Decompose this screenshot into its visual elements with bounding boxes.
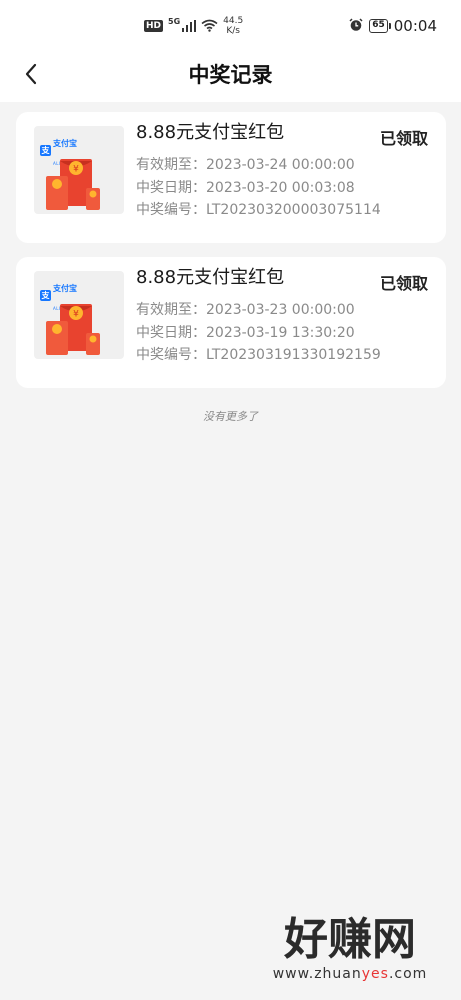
red-packet-icon: ¥ xyxy=(46,304,100,355)
claim-status: 已领取 xyxy=(379,129,428,148)
watermark-url-highlight: yes xyxy=(361,966,389,982)
hd-badge: HD xyxy=(144,20,164,32)
wifi-icon xyxy=(201,17,218,36)
no-more-text: 没有更多了 xyxy=(203,410,258,423)
clock: 00:04 xyxy=(393,17,437,35)
win-date: 中奖日期：2023-03-19 13:30:20 xyxy=(136,324,355,341)
status-right: 65 00:04 xyxy=(349,14,437,38)
watermark-url: www.zhuanyes.com xyxy=(250,966,450,982)
claim-status: 已领取 xyxy=(379,274,428,293)
prize-name: 8.88元支付宝红包 xyxy=(136,267,285,288)
record-card[interactable]: 支 支付宝 ALIPAY ¥ 8.88元支付宝红包 已领取 有效期至：2023-… xyxy=(16,112,446,243)
svg-text:¥: ¥ xyxy=(73,165,79,175)
svg-text:¥: ¥ xyxy=(73,310,79,320)
watermark-url-suffix: .com xyxy=(388,966,428,982)
watermark-url-prefix: www.zhuan xyxy=(272,966,362,982)
watermark: 好赚网 www.zhuanyes.com xyxy=(250,912,450,992)
record-info: 有效期至：2023-03-23 00:00:00 中奖日期：2023-03-19… xyxy=(136,299,381,367)
prize-thumbnail: 支 支付宝 ALIPAY ¥ xyxy=(34,126,124,214)
status-left: HD 5G 44.5 K/s xyxy=(144,14,243,38)
page-title: 中奖记录 xyxy=(188,63,273,87)
status-bar: HD 5G 44.5 K/s 65 00:04 xyxy=(0,0,461,50)
network-type: 5G xyxy=(168,17,181,26)
win-date: 中奖日期：2023-03-20 00:03:08 xyxy=(136,179,355,196)
record-list: 支 支付宝 ALIPAY ¥ 8.88元支付宝红包 已领取 有效期至：2023-… xyxy=(16,112,446,402)
prize-thumbnail: 支 支付宝 ALIPAY ¥ xyxy=(34,271,124,359)
prize-name: 8.88元支付宝红包 xyxy=(136,122,285,143)
header: 中奖记录 xyxy=(0,50,461,102)
win-number: 中奖编号：LT202303200003075114 xyxy=(136,202,381,218)
valid-until: 有效期至：2023-03-24 00:00:00 xyxy=(136,157,355,173)
speed-unit: K/s xyxy=(226,26,240,36)
valid-until: 有效期至：2023-03-23 00:00:00 xyxy=(136,302,355,318)
watermark-logo: 好赚网 xyxy=(284,914,416,965)
record-card[interactable]: 支 支付宝 ALIPAY ¥ 8.88元支付宝红包 已领取 有效期至：2023-… xyxy=(16,257,446,388)
red-packet-icon: ¥ xyxy=(46,159,100,210)
speed-value: 44.5 xyxy=(223,16,244,26)
network-speed: 44.5 K/s xyxy=(223,16,243,36)
signal-bars-icon xyxy=(182,17,197,36)
battery-indicator: 65 xyxy=(369,19,391,33)
alarm-clock-icon xyxy=(349,17,363,36)
record-info: 有效期至：2023-03-24 00:00:00 中奖日期：2023-03-20… xyxy=(136,154,381,222)
win-number: 中奖编号：LT202303191330192159 xyxy=(136,347,381,363)
